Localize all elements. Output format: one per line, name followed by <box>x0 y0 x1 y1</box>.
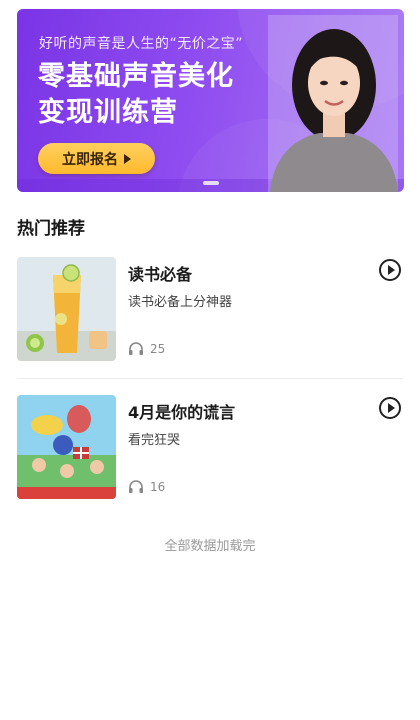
signup-button[interactable]: 立即报名 <box>38 143 155 174</box>
play-count: 25 <box>128 341 165 357</box>
banner-title-line1: 零基础声音美化 <box>38 61 234 92</box>
headphones-icon <box>129 480 143 493</box>
banner-page-indicator <box>203 181 219 185</box>
play-arrow-icon <box>124 153 131 164</box>
play-icon[interactable] <box>379 397 401 419</box>
signup-button-label: 立即报名 <box>62 151 118 168</box>
lemon-tea-thumbnail <box>17 257 116 361</box>
section-title: 热门推荐 <box>17 219 85 239</box>
item-description: 读书必备上分神器 <box>128 295 233 310</box>
list-divider <box>17 378 403 379</box>
play-count: 16 <box>128 479 165 495</box>
play-count-value: 16 <box>150 480 166 494</box>
item-title: 4月是你的谎言 <box>128 403 236 422</box>
banner-title-line2: 变现训练营 <box>38 97 178 128</box>
recommend-page: 好听的声音是人生的“无价之宝” 零基础声音美化 变现训练营 立即报名 热门推荐 … <box>0 0 420 720</box>
item-description: 看完狂哭 <box>128 433 181 448</box>
list-item[interactable]: 4月是你的谎言 看完狂哭 16 <box>17 395 403 499</box>
headphones-icon <box>129 342 143 355</box>
list-item[interactable]: 读书必备 读书必备上分神器 25 <box>17 257 403 361</box>
banner-title: 零基础声音美化 变现训练营 <box>38 59 234 131</box>
play-count-value: 25 <box>150 342 166 356</box>
cartoon-thumbnail <box>17 395 116 499</box>
play-icon[interactable] <box>379 259 401 281</box>
item-title: 读书必备 <box>128 265 193 284</box>
banner-kicker-text: 好听的声音是人生的“无价之宝” <box>39 36 244 52</box>
presenter-portrait <box>268 15 398 192</box>
end-of-list-note: 全部数据加载完 <box>164 539 256 554</box>
promo-banner[interactable]: 好听的声音是人生的“无价之宝” 零基础声音美化 变现训练营 立即报名 <box>17 9 404 192</box>
